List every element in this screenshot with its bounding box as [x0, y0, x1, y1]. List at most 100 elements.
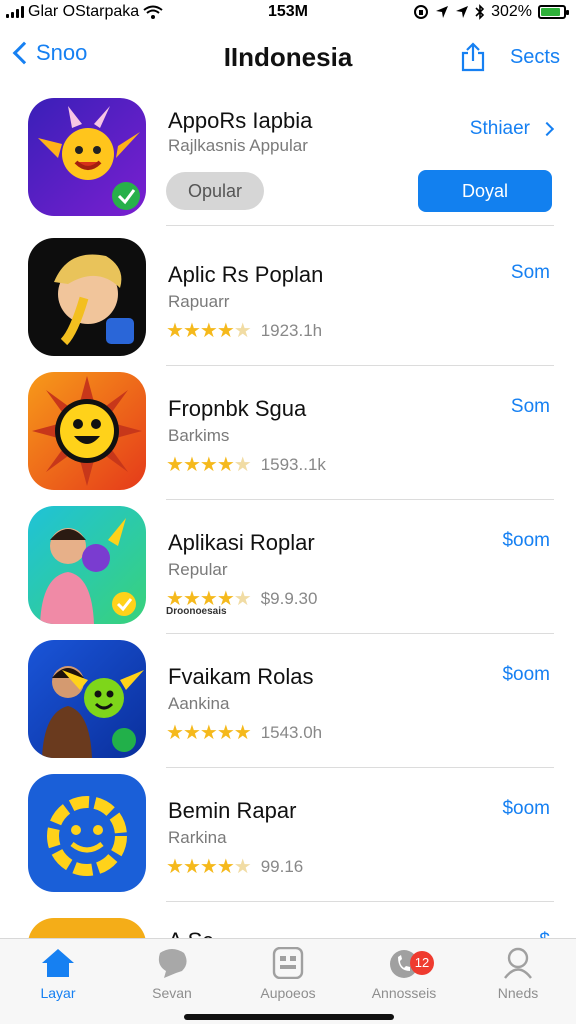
app-icon — [28, 774, 146, 892]
see-all-link[interactable]: Sthiaer — [469, 118, 555, 140]
tab-label: Nneds — [497, 985, 539, 1001]
app-price[interactable]: $oom — [502, 664, 550, 686]
rating-count: $9.9.30 — [260, 588, 318, 608]
featured-app-name: AppoRs Iapbia — [168, 108, 313, 133]
page-title: IIndonesia — [223, 42, 353, 72]
app-name: Bemin Rapar — [168, 798, 297, 823]
app-name: Fropnbk Sgua — [168, 396, 307, 421]
developer-label: Droonoesais — [166, 606, 227, 617]
star-icon: ★ — [166, 454, 184, 476]
search-icon — [504, 947, 532, 979]
star-icon: ★ — [199, 454, 218, 476]
star-icon: ★ — [216, 722, 235, 744]
app-name: Fvaikam Rolas — [168, 664, 314, 689]
star-rating: ★★★★★ — [166, 720, 252, 745]
app-icon — [28, 506, 146, 624]
tab-search[interactable]: Nneds — [468, 947, 568, 1001]
star-icon: ★ — [199, 722, 218, 744]
featured-app-row[interactable]: AppoRs Iapbia Rajlkasnis Appular Opular … — [0, 92, 576, 226]
row-divider — [166, 901, 554, 902]
app-row[interactable]: Aplikasi Roplar Repular ★★★★★ $9.9.30 Dr… — [0, 500, 576, 634]
app-name: Aplic Rs Poplan — [168, 262, 324, 287]
app-name: Aplikasi Roplar — [168, 530, 315, 555]
apps-icon — [272, 947, 304, 979]
battery-fill — [541, 8, 560, 16]
location-icon — [436, 6, 449, 18]
app-subtitle: Rarkina — [168, 828, 227, 847]
star-icon: ★ — [182, 320, 201, 342]
app-rating: ★★★★★ 1923.1h — [166, 318, 322, 343]
app-row[interactable]: Fropnbk Sgua Barkims ★★★★★ 1593..1k Som — [0, 366, 576, 500]
app-row[interactable]: Bemin Rapar Rarkina ★★★★★ 99.16 $oom — [0, 768, 576, 902]
select-button[interactable]: Sects — [510, 46, 560, 69]
home-icon — [42, 949, 74, 977]
app-price[interactable]: $oom — [502, 530, 550, 552]
app-icon — [28, 238, 146, 356]
star-icon: ★ — [216, 454, 235, 476]
star-icon: ★ — [233, 588, 252, 610]
tab-bar: Layar Sevan Aupoeos 12 Annosseis Nneds — [0, 938, 576, 1024]
star-icon: ★ — [166, 320, 184, 342]
star-rating: ★★★★★ — [166, 452, 252, 477]
notification-badge: 12 — [410, 951, 434, 975]
star-icon: ★ — [233, 320, 252, 342]
battery-percent: 302% — [491, 3, 532, 20]
chat-icon — [158, 949, 187, 978]
rating-count: 99.16 — [260, 856, 304, 876]
tab-label: Aupoeos — [260, 985, 316, 1001]
star-icon: ★ — [166, 856, 184, 878]
rating-count: 1593..1k — [260, 454, 326, 474]
app-price[interactable]: Som — [511, 396, 550, 418]
share-icon[interactable] — [460, 42, 486, 72]
app-rating: ★★★★★ 1593..1k — [166, 452, 326, 477]
tab-chat[interactable]: Sevan — [122, 947, 222, 1001]
featured-app-subtitle: Rajlkasnis Appular — [168, 136, 308, 155]
status-bar: Glar OStarpaka 153M 302% — [0, 0, 576, 26]
tab-label: Sevan — [152, 985, 192, 1001]
star-icon: ★ — [216, 856, 235, 878]
tab-home[interactable]: Layar — [8, 947, 108, 1001]
star-icon: ★ — [182, 722, 201, 744]
app-row[interactable]: Aplic Rs Poplan Rapuarr ★★★★★ 1923.1h So… — [0, 232, 576, 366]
app-subtitle: Rapuarr — [168, 292, 230, 311]
lock-rotation-icon — [414, 5, 429, 19]
star-icon: ★ — [233, 856, 252, 878]
category-pill[interactable]: Opular — [166, 172, 264, 210]
app-subtitle: Repular — [168, 560, 228, 579]
app-icon — [28, 372, 146, 490]
star-icon: ★ — [182, 454, 201, 476]
star-icon: ★ — [216, 320, 235, 342]
tab-updates[interactable]: 12 Annosseis — [354, 947, 454, 1001]
app-row[interactable]: Fvaikam Rolas Aankina ★★★★★ 1543.0h $oom — [0, 634, 576, 768]
see-all-label: Sthiaer — [469, 118, 530, 139]
app-rating: ★★★★★ 99.16 — [166, 854, 303, 879]
tab-apps[interactable]: Aupoeos — [238, 947, 338, 1001]
star-icon: ★ — [166, 722, 184, 744]
star-icon: ★ — [199, 856, 218, 878]
navigation-bar: Snoo IIndonesia Sects — [0, 30, 576, 86]
bluetooth-icon — [475, 4, 485, 20]
app-price[interactable]: $oom — [502, 798, 550, 820]
status-right: 302% — [413, 3, 569, 21]
rating-count: 1543.0h — [260, 722, 323, 742]
star-rating: ★★★★★ — [166, 854, 252, 879]
tab-label: Annosseis — [371, 985, 437, 1001]
star-icon: ★ — [233, 454, 252, 476]
navigation-icon — [456, 6, 469, 18]
get-button[interactable]: Doyal — [418, 170, 552, 212]
app-rating: ★★★★★ 1543.0h — [166, 720, 322, 745]
star-rating: ★★★★★ — [166, 318, 252, 343]
tab-label: Layar — [40, 985, 76, 1001]
battery-icon — [538, 5, 569, 19]
star-icon: ★ — [182, 856, 201, 878]
star-icon: ★ — [233, 722, 252, 744]
app-subtitle: Barkims — [168, 426, 230, 445]
app-subtitle: Aankina — [168, 694, 230, 713]
star-icon: ★ — [199, 320, 218, 342]
home-indicator — [184, 1014, 394, 1020]
chevron-right-icon — [539, 121, 555, 137]
row-divider — [166, 225, 554, 226]
rating-count: 1923.1h — [260, 320, 323, 340]
app-price[interactable]: Som — [511, 262, 550, 284]
featured-app-icon — [28, 98, 146, 216]
